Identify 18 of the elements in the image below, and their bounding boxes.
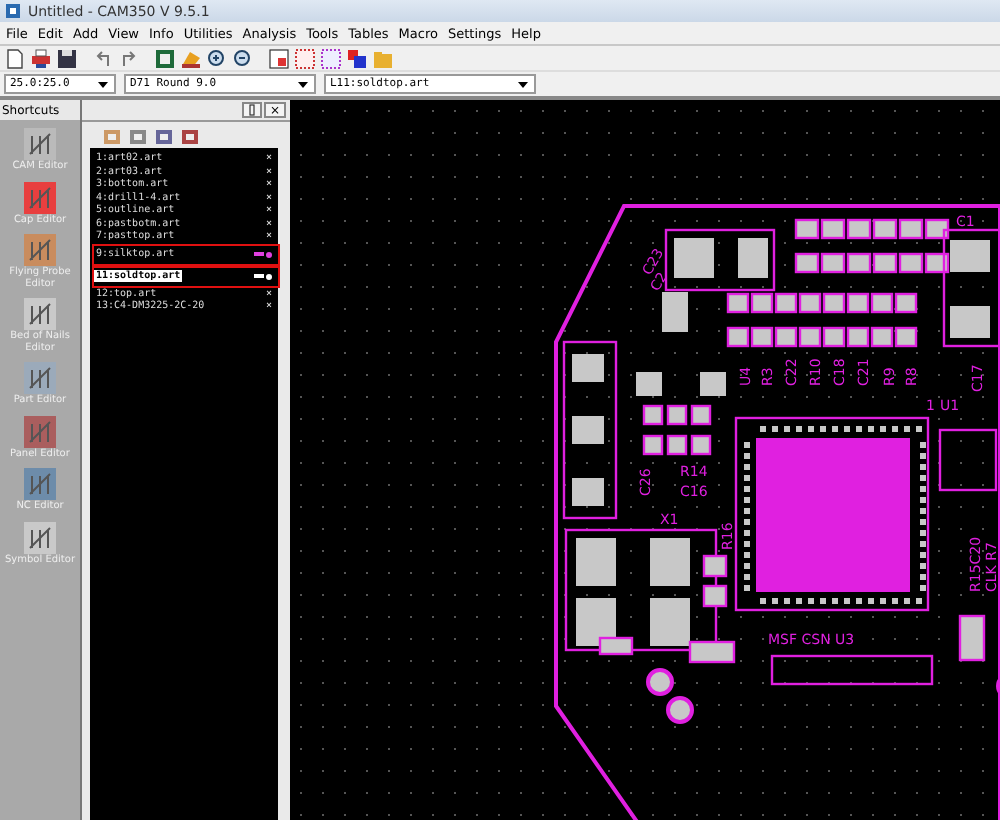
zoom-in-icon[interactable] (206, 47, 228, 69)
pin-icon[interactable] (247, 104, 256, 116)
app-icon[interactable] (4, 2, 22, 20)
grid-icon[interactable] (294, 47, 316, 69)
caret-icon[interactable] (96, 78, 110, 90)
dock-button[interactable] (241, 102, 262, 118)
undo-icon[interactable] (92, 47, 114, 69)
color-icon[interactable] (346, 47, 368, 69)
caret-icon[interactable] (296, 78, 310, 90)
layer-icon[interactable] (154, 47, 176, 69)
save-icon[interactable] (56, 47, 78, 69)
caret-icon[interactable] (516, 78, 530, 90)
zoom-out-icon[interactable] (232, 47, 254, 69)
print-icon[interactable] (30, 47, 52, 69)
grid-icon[interactable] (320, 47, 342, 69)
new-file-icon[interactable] (4, 47, 26, 69)
redo-icon[interactable] (118, 47, 140, 69)
select-icon[interactable] (268, 47, 290, 69)
